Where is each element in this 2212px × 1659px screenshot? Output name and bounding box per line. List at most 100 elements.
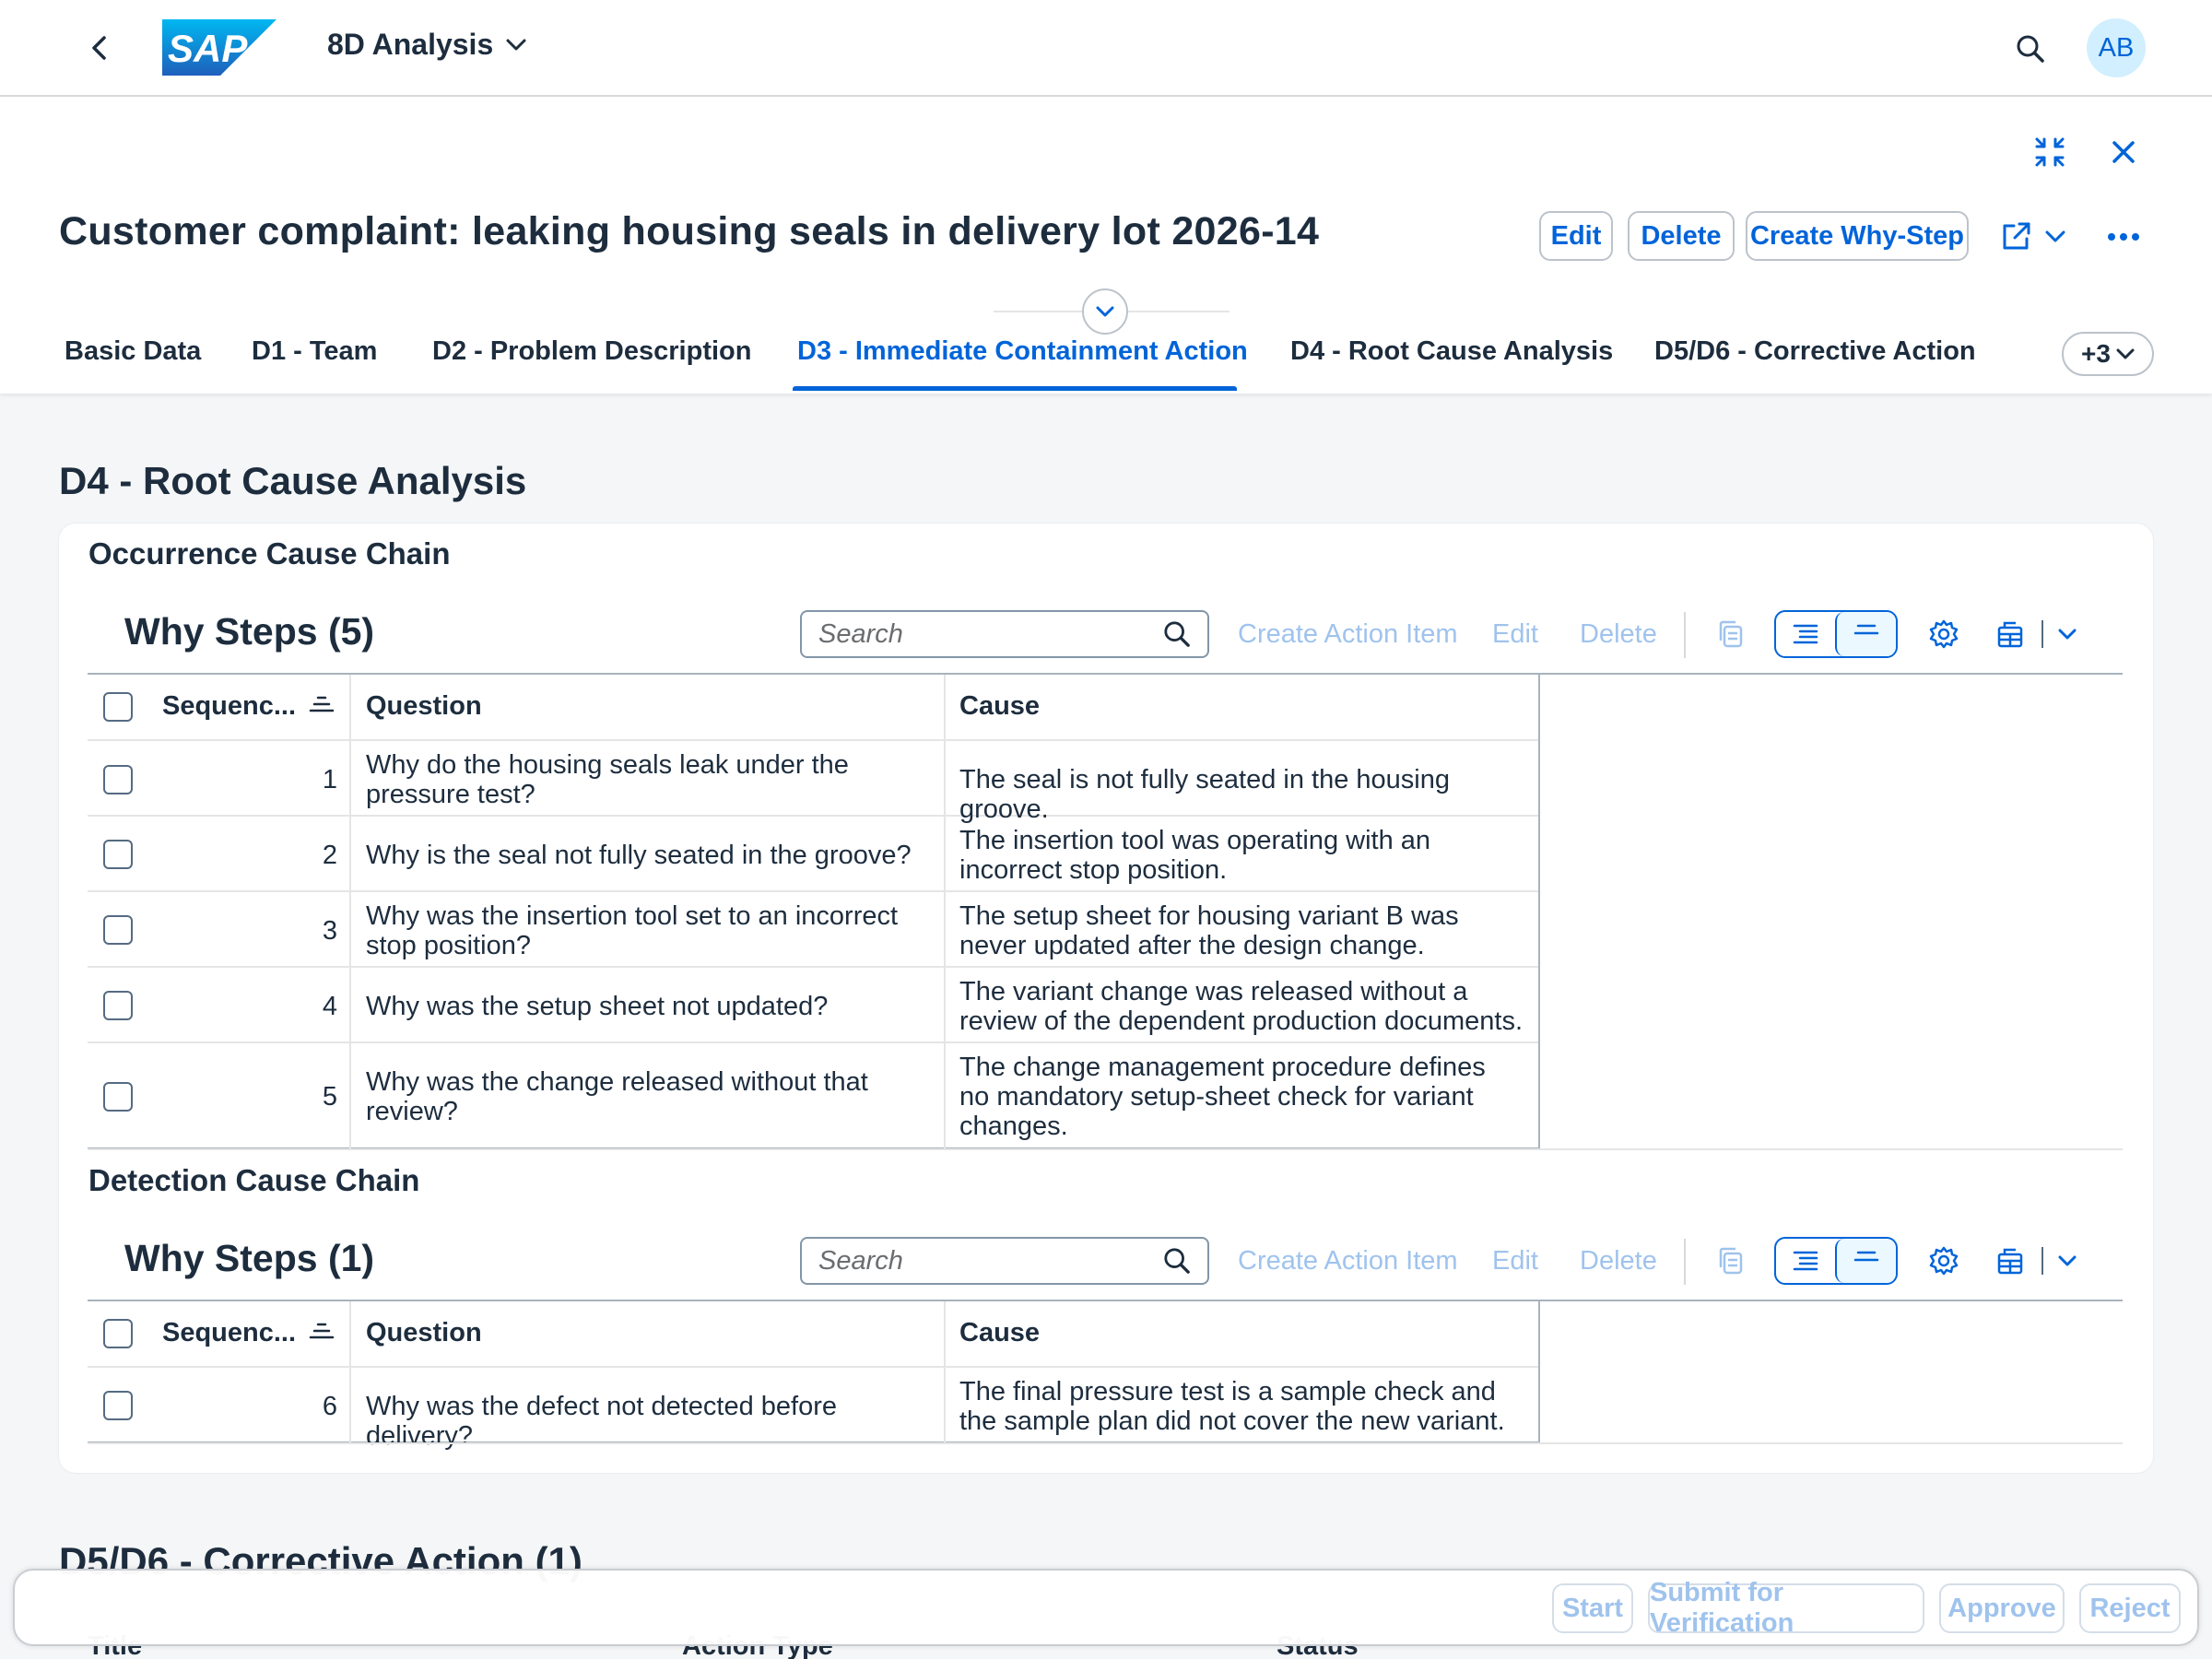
table-bottom-border <box>88 1148 2123 1150</box>
export-menu-button[interactable] <box>1995 1239 2097 1283</box>
share-menu-button[interactable] <box>1991 215 2074 259</box>
question-cell: Why was the setup sheet not updated? <box>366 992 829 1021</box>
back-button[interactable] <box>81 28 118 68</box>
why-steps-title: Why Steps (5) <box>124 610 375 653</box>
column-divider <box>1538 1301 1540 1443</box>
search-placeholder: Search <box>818 1245 903 1276</box>
copy-button[interactable] <box>1709 1239 1753 1283</box>
row-checkbox[interactable] <box>103 1082 133 1112</box>
flat-view-toggle[interactable] <box>1835 1239 1896 1283</box>
tab-basic-data[interactable]: Basic Data <box>65 336 201 367</box>
row-checkbox[interactable] <box>103 840 133 869</box>
column-header-question[interactable]: Question <box>366 691 482 722</box>
sequence-cell: 2 <box>322 841 337 870</box>
more-icon <box>2108 233 2139 241</box>
delete-button[interactable]: Delete <box>1628 211 1735 261</box>
close-button[interactable] <box>2101 130 2146 174</box>
exit-fullscreen-button[interactable] <box>2028 130 2072 174</box>
sequence-cell: 1 <box>322 765 337 794</box>
tab-d1-team[interactable]: D1 - Team <box>252 336 377 367</box>
user-avatar[interactable]: AB <box>2087 18 2146 77</box>
select-all-checkbox[interactable] <box>103 692 133 722</box>
sap-logo[interactable]: SAP <box>162 19 276 76</box>
approve-button[interactable]: Approve <box>1939 1583 2065 1633</box>
create-action-item-button[interactable]: Create Action Item <box>1238 1246 1458 1277</box>
column-header-cause[interactable]: Cause <box>959 691 1040 722</box>
app-title-menu[interactable]: 8D Analysis <box>327 28 526 62</box>
select-all-checkbox[interactable] <box>103 1319 133 1348</box>
close-icon <box>2112 141 2135 163</box>
search-input[interactable]: Search <box>800 1237 1209 1285</box>
sort-icon[interactable] <box>309 1322 335 1344</box>
column-divider <box>349 675 351 1149</box>
tab-d4-root-cause-analysis[interactable]: D4 - Root Cause Analysis <box>1290 336 1613 367</box>
start-button[interactable]: Start <box>1552 1583 1633 1633</box>
svg-text:SAP: SAP <box>168 27 248 70</box>
export-icon <box>1997 621 2023 648</box>
occurrence-chain-title: Occurrence Cause Chain <box>88 536 451 571</box>
column-header-question[interactable]: Question <box>366 1318 482 1348</box>
export-menu-button[interactable] <box>1995 612 2097 656</box>
divider <box>2041 620 2043 648</box>
row-checkbox[interactable] <box>103 765 133 794</box>
view-toggle[interactable] <box>1774 610 1898 658</box>
column-header-sequence[interactable]: Sequenc... <box>162 1318 296 1348</box>
tab-d5-d6-corrective-action[interactable]: D5/D6 - Corrective Action <box>1654 336 1976 367</box>
chevron-down-icon <box>2045 230 2065 242</box>
share-icon <box>2003 222 2030 250</box>
settings-button[interactable] <box>1922 612 1966 656</box>
copy-icon <box>1719 1247 1743 1275</box>
reject-button[interactable]: Reject <box>2079 1583 2181 1633</box>
row-checkbox[interactable] <box>103 1391 133 1420</box>
column-divider <box>349 1301 351 1443</box>
divider <box>2041 1247 2043 1275</box>
question-cell: Why is the seal not fully seated in the … <box>366 841 912 870</box>
tree-view-toggle[interactable] <box>1776 612 1835 656</box>
column-divider <box>944 1301 946 1443</box>
tab-d2-problem-description[interactable]: D2 - Problem Description <box>432 336 751 367</box>
copy-button[interactable] <box>1709 612 1753 656</box>
tab-d3-immediate-containment-action[interactable]: D3 - Immediate Containment Action <box>797 336 1248 367</box>
search-input[interactable]: Search <box>800 610 1209 658</box>
sequence-cell: 4 <box>322 992 337 1021</box>
table-header-row <box>88 675 1540 741</box>
sort-icon[interactable] <box>309 695 335 717</box>
row-checkbox[interactable] <box>103 991 133 1020</box>
create-why-step-button[interactable]: Create Why-Step <box>1746 211 1969 261</box>
tree-view-toggle[interactable] <box>1776 1239 1835 1283</box>
question-cell: Why do the housing seals leak under the … <box>366 750 849 809</box>
anchor-bar: Basic Data D1 - Team D2 - Problem Descri… <box>0 318 2212 394</box>
submit-for-verification-button[interactable]: Submit for Verification <box>1648 1578 1924 1638</box>
cause-cell: The change management procedure defines … <box>959 1053 1486 1141</box>
shell-search-button[interactable] <box>2009 28 2052 70</box>
row-checkbox[interactable] <box>103 915 133 945</box>
create-action-item-button[interactable]: Create Action Item <box>1238 619 1458 650</box>
divider <box>1128 311 1230 312</box>
why-steps-title: Why Steps (1) <box>124 1237 375 1279</box>
toolbar-separator <box>1684 612 1686 658</box>
chevron-down-icon <box>2116 348 2135 359</box>
cause-cell: The final pressure test is a sample chec… <box>959 1377 1505 1436</box>
sequence-cell: 6 <box>322 1392 337 1421</box>
copy-icon <box>1719 620 1743 648</box>
more-tabs-button[interactable]: +3 <box>2062 332 2154 376</box>
column-header-sequence[interactable]: Sequenc... <box>162 691 296 722</box>
view-toggle[interactable] <box>1774 1237 1898 1285</box>
flat-view-toggle[interactable] <box>1835 612 1896 656</box>
edit-why-step-button[interactable]: Edit <box>1492 1246 1538 1277</box>
table-bottom-border <box>88 1442 2123 1444</box>
cause-cell: The variant change was released without … <box>959 977 1524 1036</box>
chevron-down-icon <box>2058 629 2077 640</box>
divider <box>994 311 1082 312</box>
edit-button[interactable]: Edit <box>1539 211 1613 261</box>
edit-why-step-button[interactable]: Edit <box>1492 619 1538 650</box>
delete-why-step-button[interactable]: Delete <box>1580 1246 1657 1277</box>
footer-toolbar: Start Submit for Verification Approve Re… <box>13 1569 2199 1646</box>
cause-cell: The setup sheet for housing variant B wa… <box>959 901 1459 960</box>
settings-button[interactable] <box>1922 1239 1966 1283</box>
delete-why-step-button[interactable]: Delete <box>1580 619 1657 650</box>
overflow-menu-button[interactable] <box>2101 215 2146 259</box>
column-header-cause[interactable]: Cause <box>959 1318 1040 1348</box>
chevron-down-icon <box>2058 1255 2077 1266</box>
more-tabs-label: +3 <box>2081 339 2111 368</box>
